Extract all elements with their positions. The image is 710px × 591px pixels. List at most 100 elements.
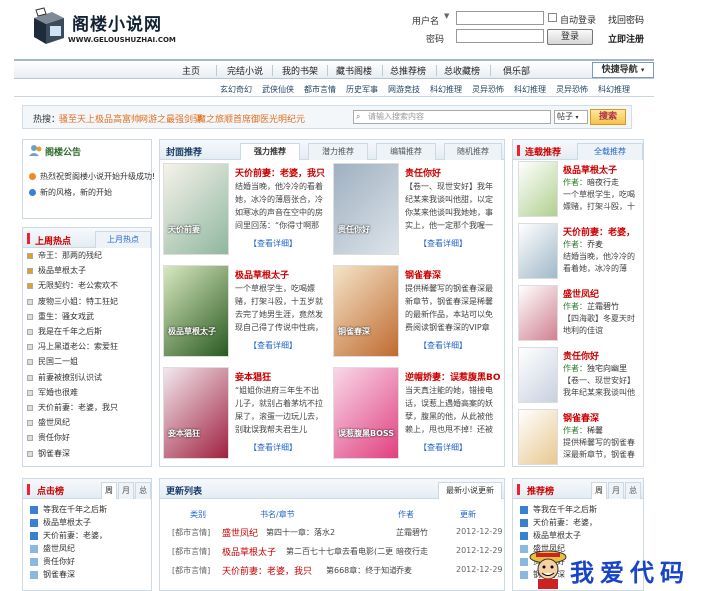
hot-keyword[interactable]: 网游之最强剑驿 — [139, 112, 202, 125]
nav-item-bookshelf[interactable]: 我的书架 — [282, 64, 318, 77]
author-name[interactable]: 芷霜碧竹 — [587, 301, 619, 312]
category-link[interactable]: 玄幻奇幻 — [220, 84, 252, 95]
book-title[interactable]: 钢雀春深 — [563, 411, 599, 424]
book-cover[interactable]: 误惹腹黑BOSS — [333, 367, 399, 459]
login-button[interactable]: 登录 — [547, 29, 593, 45]
update-chapter[interactable]: 第二百七十七章去看电影(二更 — [286, 546, 393, 557]
notice-item[interactable]: 新的风格，新的开始 — [40, 187, 112, 198]
book-cover[interactable]: 贵任你好 — [333, 163, 399, 255]
search-button[interactable]: 搜索 — [590, 109, 626, 125]
hot-keyword[interactable]: 首席御医 — [233, 112, 269, 125]
book-title[interactable]: 妾本猖狂 — [235, 370, 271, 383]
password-input[interactable] — [456, 29, 544, 43]
tab-month-hot[interactable]: 上月热点 — [95, 231, 151, 248]
update-category[interactable]: [都市言情] — [172, 565, 210, 576]
hot-keyword[interactable]: 魔之旅顺 — [197, 112, 233, 125]
rank-item[interactable]: 贵任你好 — [43, 556, 75, 567]
list-item[interactable]: 军婚也很难 — [38, 387, 78, 398]
username-input[interactable] — [456, 11, 544, 25]
book-title[interactable]: 极品草根太子 — [563, 163, 617, 176]
fast-nav-button[interactable]: 快捷导航 ▾ — [592, 62, 654, 78]
book-cover[interactable] — [518, 223, 558, 279]
book-title[interactable]: 盛世凤纪 — [563, 287, 599, 300]
author-name[interactable]: 稀馨 — [587, 425, 603, 436]
book-title[interactable]: 极品草根太子 — [235, 268, 289, 281]
forgot-password-link[interactable]: 找回密码 — [608, 13, 644, 26]
book-title[interactable]: 贵任你好 — [563, 349, 599, 362]
rank-item[interactable]: 极品草根太子 — [533, 530, 581, 541]
update-book[interactable]: 极品草根太子 — [222, 545, 276, 558]
nav-item-library[interactable]: 藏书阁楼 — [336, 64, 372, 77]
author-name[interactable]: 独宅向幽里 — [587, 363, 627, 374]
list-item[interactable]: 我是在千年之后斯 — [38, 326, 102, 337]
list-item[interactable]: 极品草根太子 — [38, 265, 86, 276]
category-link[interactable]: 武侠仙侠 — [262, 84, 294, 95]
tab-random-recommend[interactable]: 随机推荐 — [444, 143, 502, 160]
auto-login-checkbox[interactable] — [548, 13, 557, 22]
list-item[interactable]: 无限契约：老公索欢不 — [38, 280, 118, 291]
update-chapter[interactable]: 第四十一章：落水2 — [266, 527, 335, 538]
tab-strong-recommend[interactable]: 强力推荐 — [240, 143, 300, 160]
nav-item-home[interactable]: 主页 — [182, 64, 200, 77]
book-title[interactable]: 天价前妻：老婆， — [563, 225, 635, 238]
rank-item[interactable]: 等我在千年之后斯 — [533, 504, 597, 515]
book-cover[interactable] — [518, 161, 558, 217]
rank-item[interactable]: 极品草根太子 — [43, 517, 91, 528]
list-item[interactable]: 天价前妻：老婆，我只 — [38, 402, 118, 413]
list-item[interactable]: 前妻被撩别认识试 — [38, 372, 102, 383]
search-type-select[interactable]: 帖子 ▾ — [554, 110, 588, 124]
hot-keyword[interactable]: 极品高富帅 — [95, 112, 140, 125]
category-link[interactable]: 灵异恐怖 — [556, 84, 588, 95]
book-detail-link[interactable]: 【查看详细】 — [419, 442, 467, 453]
tab-total[interactable]: 总 — [135, 482, 151, 499]
rank-item[interactable]: 等我在千年之后斯 — [43, 504, 107, 515]
book-detail-link[interactable]: 【查看详细】 — [419, 340, 467, 351]
tab-editor-recommend[interactable]: 编辑推荐 — [376, 143, 436, 160]
site-logo[interactable]: 阁楼小说网 WWW.GELOUSHUZHAI.COM — [28, 4, 178, 52]
tab-total[interactable]: 总 — [625, 482, 641, 499]
username-dropdown-icon[interactable]: ▼ — [444, 12, 449, 20]
rank-item[interactable]: 天价前妻：老婆， — [533, 517, 597, 528]
category-link[interactable]: 科幻推理 — [514, 84, 546, 95]
book-detail-link[interactable]: 【查看详细】 — [249, 442, 297, 453]
tab-complete-recommend[interactable]: 全载推荐 — [577, 143, 643, 160]
category-link[interactable]: 灵异恐怖 — [472, 84, 504, 95]
nav-item-completed[interactable]: 完结小说 — [227, 64, 263, 77]
book-cover[interactable]: 天价前妻 — [163, 163, 229, 255]
book-cover[interactable]: 极品草根太子 — [163, 265, 229, 357]
update-book[interactable]: 盛世凤纪 — [222, 526, 258, 539]
author-name[interactable]: 乔麦 — [587, 239, 603, 250]
update-author[interactable]: 芷霜碧竹 — [396, 527, 428, 538]
notice-item[interactable]: 热烈祝贺阁楼小说开始升级成功! — [40, 171, 155, 182]
book-title[interactable]: 逆帽娇妻：误惹腹黑BO — [405, 370, 501, 383]
book-detail-link[interactable]: 【查看详细】 — [249, 238, 297, 249]
nav-item-recommend-rank[interactable]: 总推荐榜 — [390, 64, 426, 77]
book-title[interactable]: 钢雀春深 — [405, 268, 441, 281]
tab-month[interactable]: 月 — [118, 482, 134, 499]
author-name[interactable]: 暗夜行走 — [587, 177, 619, 188]
rank-item[interactable]: 钢雀春深 — [43, 569, 75, 580]
book-title[interactable]: 贵任你好 — [405, 166, 441, 179]
rank-item[interactable]: 盛世凤纪 — [43, 543, 75, 554]
nav-item-favorite-rank[interactable]: 总收藏榜 — [444, 64, 480, 77]
list-item[interactable]: 盛世凤纪 — [38, 417, 70, 428]
update-book[interactable]: 天价前妻：老婆，我只 — [222, 564, 312, 577]
book-cover[interactable] — [518, 347, 558, 403]
update-author[interactable]: 乔麦 — [396, 565, 412, 576]
hot-keyword[interactable]: 骚至天上 — [59, 112, 95, 125]
book-cover[interactable]: 妾本猖狂 — [163, 367, 229, 459]
list-item[interactable]: 贵任你好 — [38, 432, 70, 443]
book-detail-link[interactable]: 【查看详细】 — [249, 340, 297, 351]
category-link[interactable]: 历史军事 — [346, 84, 378, 95]
tab-week[interactable]: 周 — [591, 482, 607, 499]
book-cover[interactable]: 铜雀春深 — [333, 265, 399, 357]
book-cover[interactable] — [518, 285, 558, 341]
update-category[interactable]: [都市言情] — [172, 546, 210, 557]
list-item[interactable]: 废物三小姐：特工狂妃 — [38, 296, 118, 307]
tab-serial-recommend[interactable]: 连载推荐 — [525, 145, 561, 158]
hot-keyword[interactable]: 光明纪元 — [269, 112, 305, 125]
book-cover[interactable] — [518, 409, 558, 465]
list-item[interactable]: 冯上黑道老公：索爱狂 — [38, 341, 118, 352]
register-link[interactable]: 立即注册 — [608, 32, 644, 45]
list-item[interactable]: 帝王：那两的残纪 — [38, 250, 102, 261]
